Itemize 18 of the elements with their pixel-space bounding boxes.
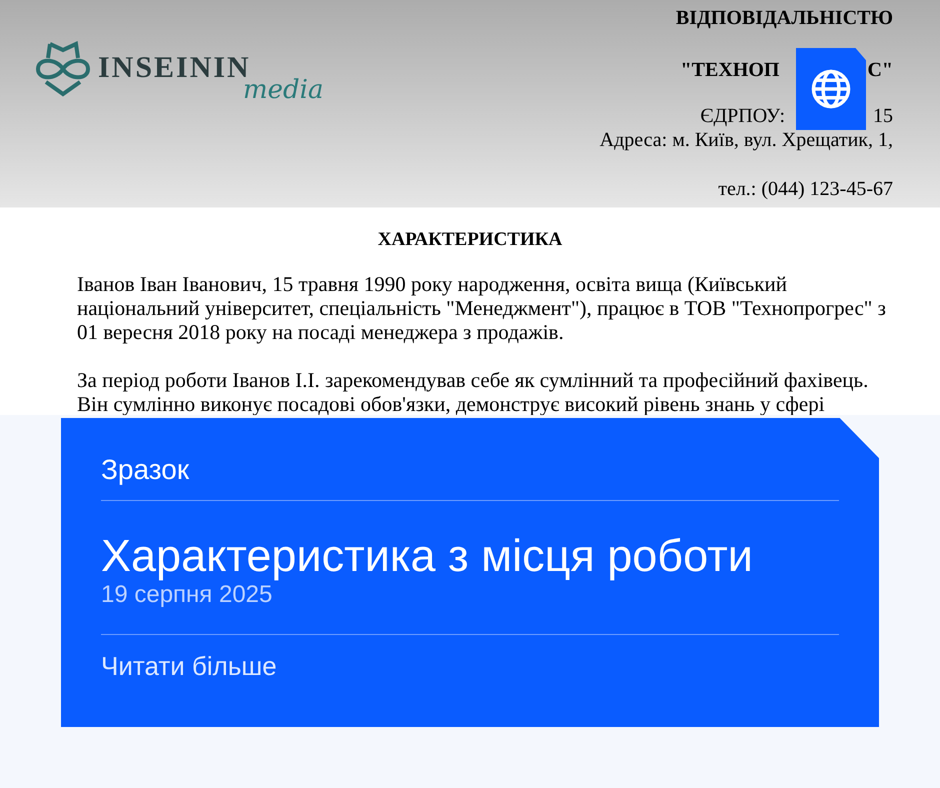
globe-badge[interactable]: [796, 48, 866, 130]
document-paragraph: Іванов Іван Іванович, 15 травня 1990 року народження, освіта вища (Київський національний університет, спеціальність "Менеджмент"), працює в ТОВ "Технопрогрес" з 01 вересня 2018 року на посаді менеджера з продажів.: [77, 272, 887, 344]
document-title: ХАРАКТЕРИСТИКА: [376, 228, 564, 252]
header-text: тел.: (044) 123-45-67: [718, 177, 893, 201]
document-paragraph: За період роботи Іванов І.І. зарекомендував себе як сумлінний та професійний фахівець. Він сумлінно виконує посадові обов'язки, демонструє високий рівень знань у сфері: [77, 368, 870, 415]
header-text: ЄДРПОУ:: [700, 104, 785, 128]
header-text: 15: [873, 104, 893, 128]
article-card[interactable]: Зразок Характеристика з місця роботи 19 серпня 2025 Читати більше: [61, 418, 879, 727]
globe-icon: [810, 68, 852, 110]
logo-text: INSEININ: [98, 51, 251, 84]
read-more-link[interactable]: Читати більше: [101, 651, 839, 681]
header-text: С": [867, 58, 893, 82]
header-text: Адреса: м. Київ, вул. Хрещатик, 1,: [600, 128, 893, 152]
article-title: Характеристика з місця роботи: [101, 531, 754, 581]
header-text: "ТЕХНОП: [680, 58, 780, 82]
header-text: ВІДПОВІДАЛЬНІСТЮ: [676, 6, 893, 30]
article-date: 19 серпня 2025: [101, 581, 274, 609]
category-label: Зразок: [101, 454, 190, 486]
